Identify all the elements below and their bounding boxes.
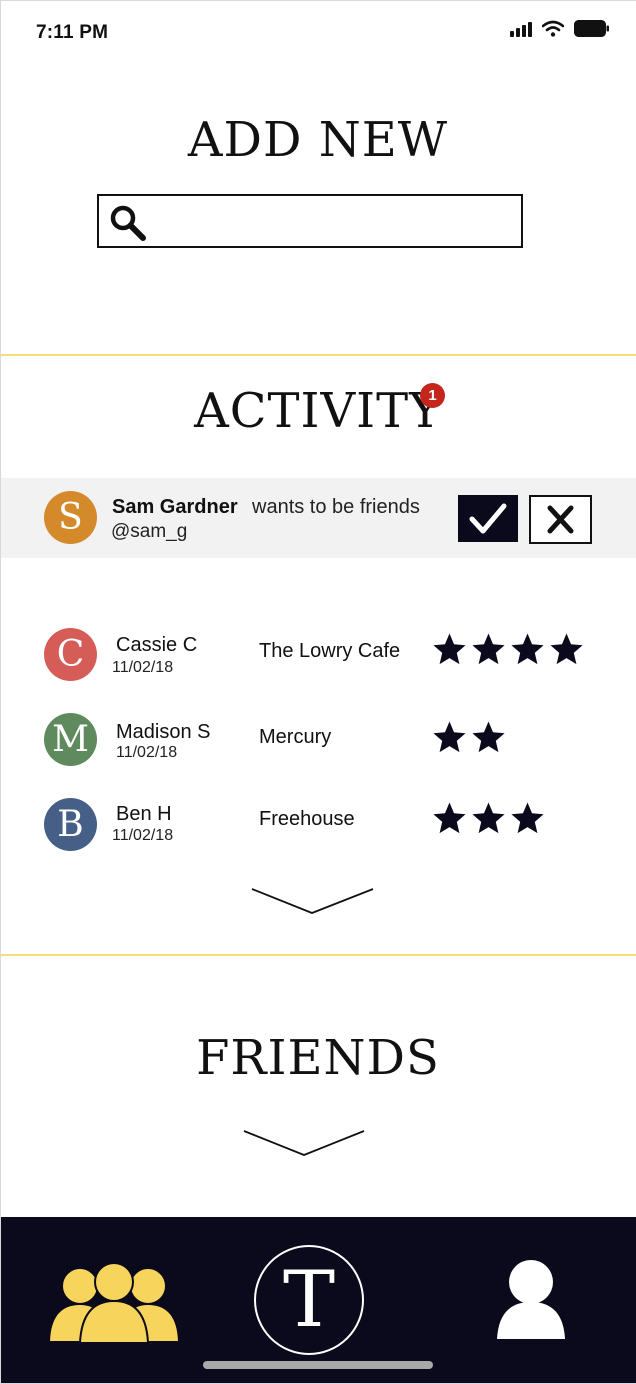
star-icon	[511, 633, 544, 665]
logo-letter: T	[282, 1255, 336, 1345]
row-name[interactable]: Cassie C	[116, 634, 197, 657]
divider-bottom	[0, 954, 636, 956]
battery-icon	[574, 20, 609, 37]
row-name[interactable]: Madison S	[116, 721, 211, 744]
search-box[interactable]	[97, 194, 523, 248]
star-icon	[472, 721, 505, 753]
signal-icon	[510, 21, 532, 37]
search-icon	[110, 205, 146, 241]
reject-button[interactable]	[529, 495, 592, 544]
star-icon	[433, 633, 466, 665]
close-icon	[547, 505, 574, 534]
star-icon	[472, 633, 505, 665]
screen: 7:11 PM ADD NEW ACTIVITY 1 S Sam Gardner…	[0, 0, 636, 1384]
row-place[interactable]: Mercury	[259, 726, 331, 749]
activity-title: ACTIVITY	[194, 383, 442, 439]
home-button[interactable]: T	[254, 1245, 364, 1355]
request-handle: @sam_g	[111, 521, 188, 542]
avatar[interactable]: B	[44, 798, 97, 851]
accept-button[interactable]	[458, 495, 518, 542]
avatar[interactable]: S	[44, 491, 97, 544]
search-input[interactable]	[155, 202, 509, 242]
star-icon	[511, 802, 544, 834]
row-date: 11/02/18	[116, 744, 178, 761]
star-icon	[550, 633, 583, 665]
wifi-icon	[542, 20, 564, 37]
row-name[interactable]: Ben H	[116, 803, 172, 826]
request-text: wants to be friends	[252, 496, 420, 518]
home-indicator[interactable]	[203, 1361, 433, 1369]
star-icon	[472, 802, 505, 834]
rating-stars	[432, 720, 506, 755]
avatar[interactable]: C	[44, 628, 97, 681]
add-new-title: ADD NEW	[187, 112, 449, 168]
rating-stars	[432, 632, 584, 667]
row-date: 11/02/18	[112, 659, 174, 676]
star-icon	[433, 721, 466, 753]
status-time: 7:11 PM	[36, 22, 109, 43]
avatar[interactable]: M	[44, 713, 97, 766]
row-place[interactable]: Freehouse	[259, 808, 355, 831]
friends-title: FRIENDS	[196, 1030, 440, 1086]
row-date: 11/02/18	[112, 827, 174, 844]
chevron-down-icon[interactable]	[250, 886, 375, 918]
notification-badge: 1	[420, 383, 445, 408]
divider-top	[0, 354, 636, 356]
request-name[interactable]: Sam Gardner	[112, 496, 238, 519]
star-icon	[433, 802, 466, 834]
chevron-down-icon[interactable]	[242, 1128, 366, 1160]
row-place[interactable]: The Lowry Cafe	[259, 640, 400, 663]
status-icons	[510, 20, 610, 37]
profile-icon[interactable]	[495, 1258, 567, 1340]
check-icon	[469, 503, 507, 534]
rating-stars	[432, 801, 545, 836]
friends-icon[interactable]	[48, 1262, 180, 1344]
